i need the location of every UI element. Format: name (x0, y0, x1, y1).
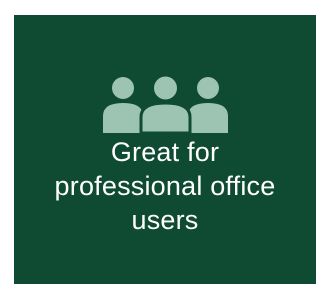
feature-tile: Great for professional office users (14, 15, 316, 284)
feature-caption: Great for professional office users (25, 135, 305, 237)
users-group-icon (98, 75, 233, 133)
caption-line-1: Great for (110, 137, 220, 167)
caption-line-2: professional office (54, 171, 276, 201)
caption-line-3: users (131, 205, 199, 235)
